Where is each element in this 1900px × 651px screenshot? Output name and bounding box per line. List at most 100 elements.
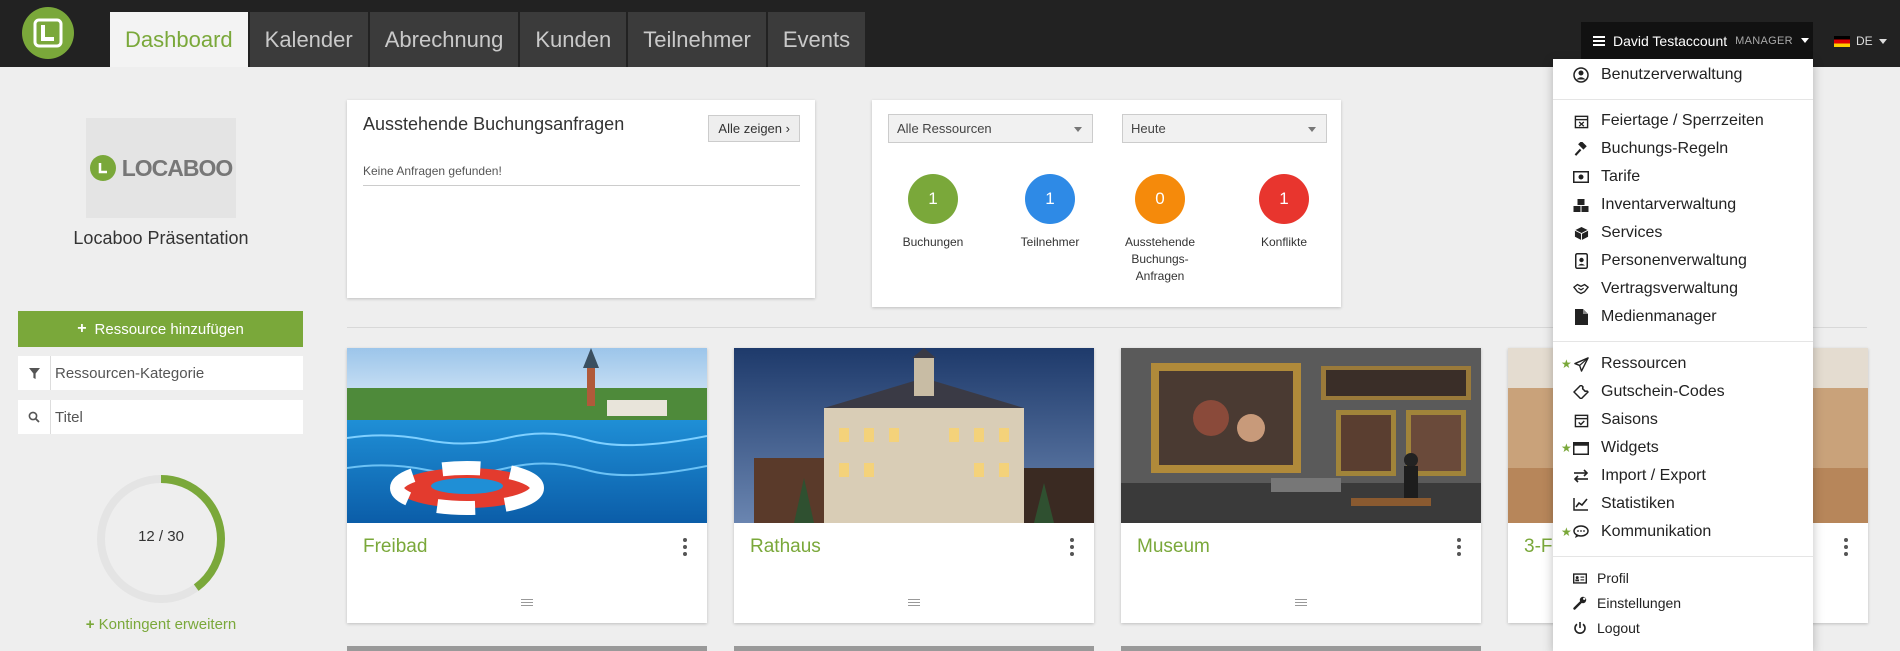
stat-participants-label: Teilnehmer: [1020, 235, 1080, 249]
freibad-photo: [347, 348, 707, 523]
tab-teilnehmer[interactable]: Teilnehmer: [628, 12, 766, 67]
organization-logo: LOCABOO: [86, 118, 236, 218]
stat-pending-label: Ausstehende Buchungs-Anfragen: [1124, 235, 1196, 283]
id-card-icon: [1573, 571, 1587, 585]
quota-label: 12 / 30: [138, 528, 184, 545]
stat-conflicts-label: Konflikte: [1260, 235, 1308, 249]
resource-card[interactable]: Rathaus: [734, 348, 1094, 623]
pending-requests-title: Ausstehende Buchungsanfragen: [363, 114, 625, 134]
empty-message: Keine Anfragen gefunden!: [363, 164, 800, 186]
line-chart-icon: [1573, 496, 1589, 512]
menu-item-kommunikation[interactable]: Kommunikation: [1573, 523, 1711, 541]
menu-item-label: Buchungs-Regeln: [1601, 140, 1729, 157]
menu-item-gutschein-codes[interactable]: Gutschein-Codes: [1573, 383, 1725, 401]
menu-item-label: Kommunikation: [1601, 523, 1712, 540]
next-row-card-edge: [1121, 646, 1481, 651]
tab-dashboard[interactable]: Dashboard: [110, 12, 248, 67]
stat-participants[interactable]: 1 Teilnehmer: [995, 174, 1105, 251]
top-navbar: Dashboard Kalender Abrechnung Kunden Tei…: [0, 0, 1900, 67]
more-options-icon[interactable]: [1070, 538, 1074, 556]
stats-panel: Alle Ressourcen Heute 1 Buchungen 1 Teil…: [872, 100, 1341, 307]
id-badge-icon: [1573, 253, 1589, 269]
add-resource-label: Ressource hinzufügen: [94, 320, 244, 338]
user-dropdown-menu: Benutzerverwaltung Feiertage / Sperrzeit…: [1553, 59, 1813, 651]
power-icon: [1573, 621, 1587, 635]
menu-item-ressourcen[interactable]: Ressourcen: [1573, 355, 1686, 373]
more-options-icon[interactable]: [1844, 538, 1848, 556]
pending-requests-panel: Ausstehende Buchungsanfragen Alle zeigen…: [347, 100, 815, 298]
more-options-icon[interactable]: [683, 538, 687, 556]
chevron-down-icon: [1308, 127, 1316, 132]
show-all-button[interactable]: Alle zeigen ›: [708, 115, 800, 142]
resource-card[interactable]: Freibad: [347, 348, 707, 623]
menu-item-logout[interactable]: Logout: [1573, 620, 1640, 636]
add-resource-button[interactable]: + Ressource hinzufügen: [18, 311, 303, 347]
resource-card[interactable]: Museum: [1121, 348, 1481, 623]
main-nav: Dashboard Kalender Abrechnung Kunden Tei…: [110, 12, 866, 67]
menu-item-buchungs-regeln[interactable]: Buchungs-Regeln: [1573, 140, 1728, 158]
stat-bookings[interactable]: 1 Buchungen: [878, 174, 988, 251]
title-search[interactable]: Titel: [18, 400, 303, 434]
money-icon: [1573, 169, 1589, 185]
menu-item-label: Widgets: [1601, 439, 1659, 456]
menu-divider: [1553, 556, 1813, 557]
menu-item-benutzerverwaltung[interactable]: Benutzerverwaltung: [1573, 66, 1742, 84]
window-icon: [1573, 440, 1589, 456]
period-select-value: Heute: [1131, 121, 1166, 136]
menu-item-einstellungen[interactable]: Einstellungen: [1573, 595, 1681, 611]
language-switcher[interactable]: DE: [1834, 34, 1887, 48]
menu-item-personenverwaltung[interactable]: Personenverwaltung: [1573, 252, 1747, 270]
tab-kunden[interactable]: Kunden: [520, 12, 627, 67]
menu-item-medienmanager[interactable]: Medienmanager: [1573, 308, 1717, 326]
category-filter-label: Ressourcen-Kategorie: [50, 356, 303, 390]
drag-handle-icon[interactable]: [1295, 599, 1307, 606]
resource-name[interactable]: Freibad: [363, 536, 427, 558]
resource-select[interactable]: Alle Ressourcen: [888, 114, 1093, 143]
expand-quota-label: Kontingent erweitern: [98, 616, 237, 633]
menu-item-label: Medienmanager: [1601, 308, 1717, 325]
rathaus-photo: [734, 348, 1094, 523]
user-role: MANAGER: [1735, 34, 1793, 47]
drag-handle-icon[interactable]: [908, 599, 920, 606]
locaboo-logo[interactable]: [22, 7, 74, 59]
tab-events[interactable]: Events: [767, 12, 866, 67]
gavel-icon: [1573, 141, 1589, 157]
star-icon: ★: [1561, 441, 1572, 455]
period-select[interactable]: Heute: [1122, 114, 1327, 143]
menu-item-services[interactable]: Services: [1573, 224, 1662, 242]
stat-pending[interactable]: 0 Ausstehende Buchungs-Anfragen: [1112, 174, 1208, 284]
menu-item-widgets[interactable]: Widgets: [1573, 439, 1659, 457]
menu-item-inventarverwaltung[interactable]: Inventarverwaltung: [1573, 196, 1736, 214]
menu-item-tarife[interactable]: Tarife: [1573, 168, 1640, 186]
menu-item-saisons[interactable]: Saisons: [1573, 411, 1658, 429]
star-icon: ★: [1561, 357, 1572, 371]
menu-item-vertragsverwaltung[interactable]: Vertragsverwaltung: [1573, 280, 1738, 298]
tab-kalender[interactable]: Kalender: [249, 12, 368, 67]
menu-item-feiertage[interactable]: Feiertage / Sperrzeiten: [1573, 112, 1764, 130]
menu-item-import-export[interactable]: Import / Export: [1573, 467, 1706, 485]
stat-conflicts[interactable]: 1 Konflikte: [1229, 174, 1339, 251]
tab-abrechnung[interactable]: Abrechnung: [369, 12, 519, 67]
stat-pending-value: 0: [1135, 174, 1185, 224]
resource-name[interactable]: Rathaus: [750, 536, 821, 558]
more-options-icon[interactable]: [1457, 538, 1461, 556]
menu-item-label: Einstellungen: [1597, 595, 1682, 611]
resource-name[interactable]: Museum: [1137, 536, 1210, 558]
menu-item-label: Profil: [1597, 570, 1629, 586]
menu-item-profil[interactable]: Profil: [1573, 570, 1629, 586]
stat-conflicts-value: 1: [1259, 174, 1309, 224]
menu-item-statistiken[interactable]: Statistiken: [1573, 495, 1675, 513]
plus-icon: +: [85, 616, 95, 633]
expand-quota-link[interactable]: + Kontingent erweitern: [18, 616, 304, 633]
stat-participants-value: 1: [1025, 174, 1075, 224]
stat-bookings-label: Buchungen: [902, 235, 964, 249]
title-search-placeholder: Titel: [50, 400, 303, 434]
drag-handle-icon[interactable]: [521, 599, 533, 606]
german-flag-icon: [1834, 35, 1850, 47]
chevron-down-icon: [1878, 38, 1887, 44]
hamburger-icon: [1593, 35, 1605, 46]
user-menu-button[interactable]: David Testaccount MANAGER: [1581, 22, 1813, 59]
chevron-down-icon: [1074, 127, 1082, 132]
category-filter[interactable]: Ressourcen-Kategorie: [18, 356, 303, 390]
star-icon: ★: [1561, 525, 1572, 539]
